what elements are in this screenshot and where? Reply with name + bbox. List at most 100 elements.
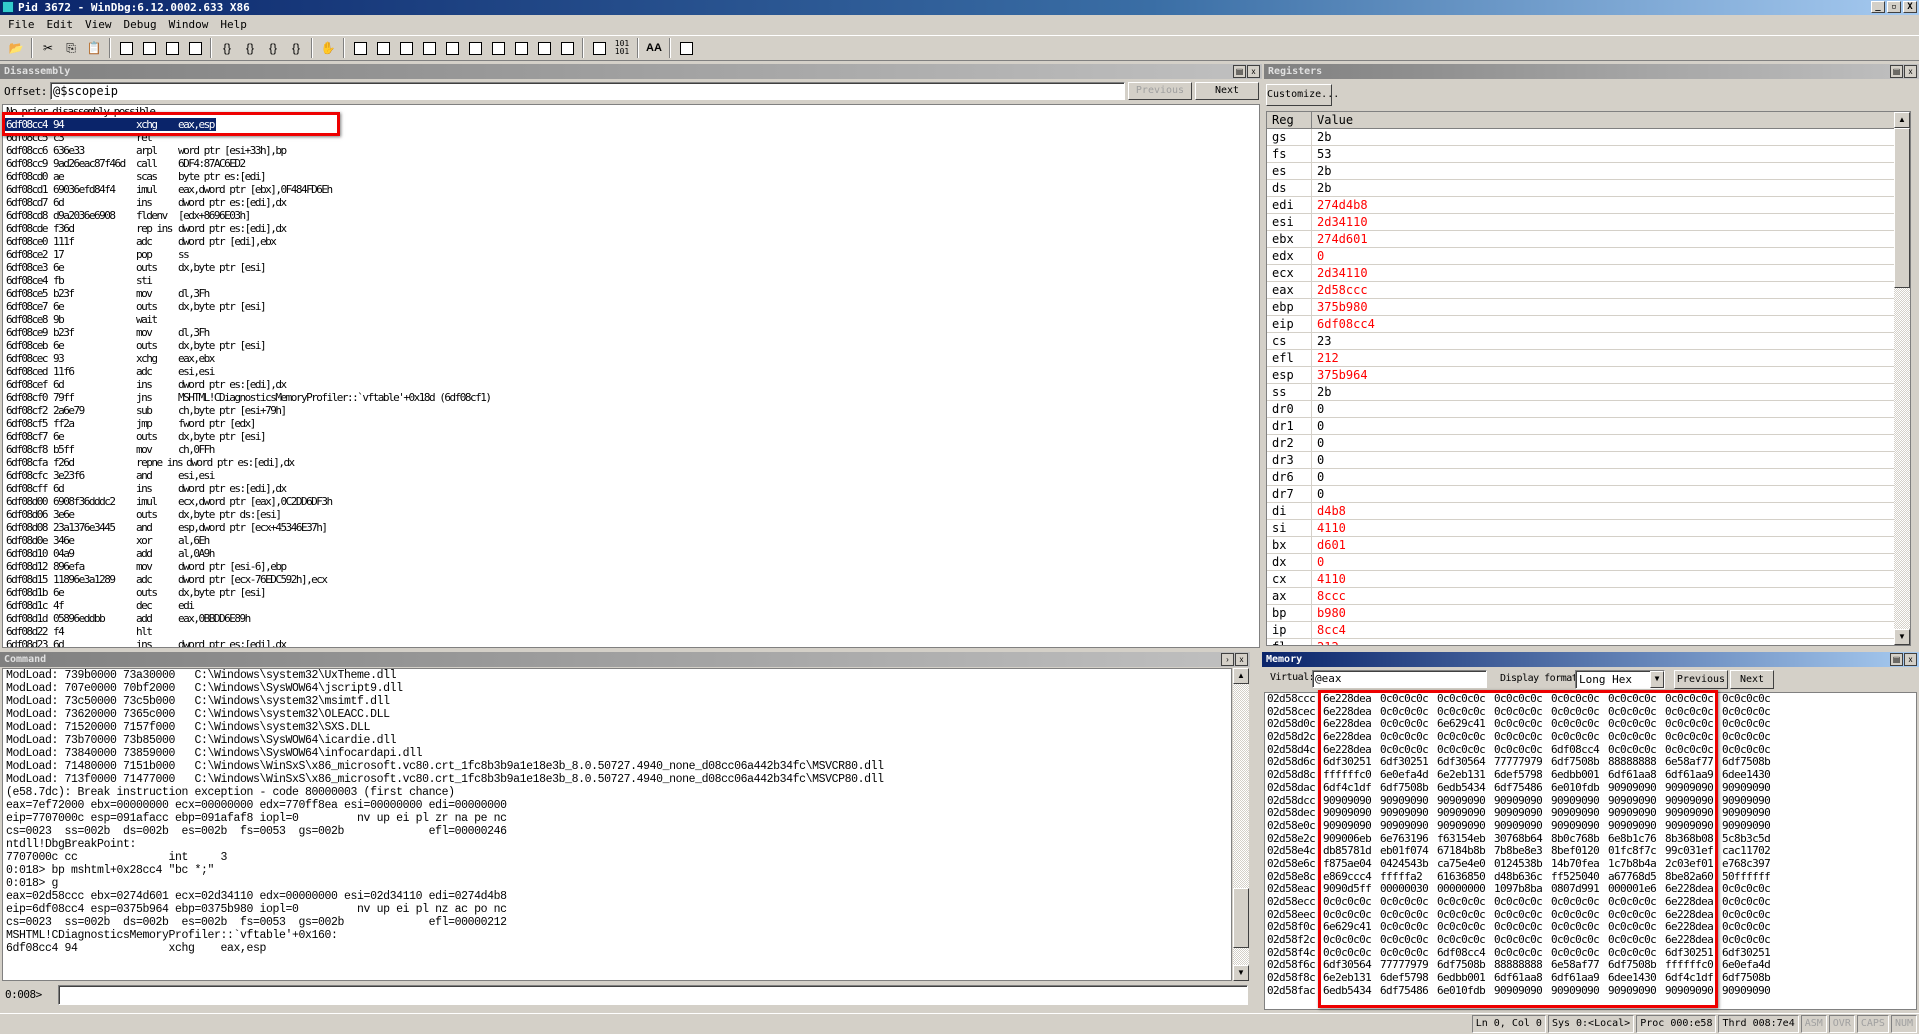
- register-value[interactable]: 2b: [1312, 180, 1331, 196]
- register-value[interactable]: 0: [1312, 469, 1324, 485]
- disassembly-row[interactable]: 6df08cf5 ff2a jmp fword ptr [edx]: [3, 417, 1259, 430]
- register-row[interactable]: dx 0: [1267, 554, 1910, 571]
- memory-value[interactable]: f875ae04: [1323, 857, 1380, 871]
- scroll-up-icon[interactable]: ▲: [1233, 668, 1249, 684]
- memory-value[interactable]: 6e010fdb: [1551, 781, 1608, 795]
- customize-button[interactable]: Customize...: [1266, 84, 1339, 106]
- register-row[interactable]: cs 23: [1267, 333, 1910, 350]
- memory-value[interactable]: 6df4c1df: [1323, 781, 1380, 795]
- processes-threads-icon[interactable]: [534, 38, 554, 58]
- registers-window-icon[interactable]: [419, 38, 439, 58]
- register-row[interactable]: ds 2b: [1267, 180, 1910, 197]
- register-row[interactable]: efl 212: [1267, 350, 1910, 367]
- register-value[interactable]: 0: [1312, 435, 1324, 451]
- register-value[interactable]: 0: [1312, 452, 1324, 468]
- register-row[interactable]: ss 2b: [1267, 384, 1910, 401]
- memory-value[interactable]: 0c0c0c0c: [1608, 933, 1665, 947]
- memory-address[interactable]: 02d58dac: [1265, 781, 1323, 795]
- next-button[interactable]: Next: [1730, 670, 1774, 689]
- memory-value[interactable]: 90909090: [1665, 806, 1722, 820]
- register-row[interactable]: esp 375b964: [1267, 367, 1910, 384]
- memory-value[interactable]: 90909090: [1722, 806, 1779, 820]
- memory-value[interactable]: 0c0c0c0c: [1722, 730, 1779, 744]
- memory-value[interactable]: 6df7508b: [1722, 971, 1779, 985]
- memory-value[interactable]: 90909090: [1722, 984, 1779, 998]
- copy-icon[interactable]: ⎘: [61, 38, 81, 58]
- command-output[interactable]: ModLoad: 739b0000 73a30000 C:\Windows\sy…: [2, 668, 1232, 981]
- register-value[interactable]: 212: [1312, 639, 1339, 645]
- disassembly-row[interactable]: 6df08ce8 9b wait: [3, 313, 1259, 326]
- registers-scrollbar[interactable]: ▲ ▼: [1894, 112, 1910, 645]
- register-value[interactable]: 2d58ccc: [1312, 282, 1368, 298]
- memory-value[interactable]: 0c0c0c0c: [1380, 730, 1437, 744]
- memory-value[interactable]: 90909090: [1380, 819, 1437, 833]
- memory-value[interactable]: 14b70fea: [1551, 857, 1608, 871]
- options-icon[interactable]: [676, 38, 696, 58]
- offset-input[interactable]: @$scopeip: [50, 82, 1125, 100]
- open-icon[interactable]: 📂: [6, 38, 26, 58]
- memory-value[interactable]: 90909090: [1551, 984, 1608, 998]
- step-out-icon[interactable]: {}: [263, 38, 283, 58]
- register-row[interactable]: ip 8cc4: [1267, 622, 1910, 639]
- disassembly-row[interactable]: 6df08d00 6908f36dddc2 imul ecx,dword ptr [e…: [3, 495, 1259, 508]
- menu-edit[interactable]: Edit: [43, 16, 78, 34]
- disassembly-row[interactable]: 6df08cef 6d ins dword ptr es:[edi],dx: [3, 378, 1259, 391]
- disassembly-row[interactable]: 6df08ce0 111f adc dword ptr [edi],ebx: [3, 235, 1259, 248]
- menu-view[interactable]: View: [81, 16, 116, 34]
- step-into-icon[interactable]: {}: [217, 38, 237, 58]
- register-value[interactable]: 212: [1312, 350, 1339, 366]
- register-value[interactable]: 375b980: [1312, 299, 1368, 315]
- run-to-cursor-icon[interactable]: {}: [286, 38, 306, 58]
- disassembly-row[interactable]: 6df08cf8 b5ff mov ch,0FFh: [3, 443, 1259, 456]
- disassembly-row[interactable]: 6df08d1b 6e outs dx,byte ptr [esi]: [3, 586, 1259, 599]
- memory-value[interactable]: 6dee1430: [1722, 768, 1779, 782]
- disassembly-row[interactable]: 6df08cf0 79ff jns MSHTML!CDiagnosticsMemory…: [3, 391, 1259, 404]
- memory-value[interactable]: 0c0c0c0c: [1437, 693, 1494, 706]
- disassembly-row[interactable]: 6df08cf7 6e outs dx,byte ptr [esi]: [3, 430, 1259, 443]
- disassembly-row[interactable]: 6df08d06 3e6e outs dx,byte ptr ds:[esi]: [3, 508, 1259, 521]
- previous-button[interactable]: Previous: [1674, 670, 1728, 689]
- menu-help[interactable]: Help: [216, 16, 251, 34]
- register-value[interactable]: 2b: [1312, 163, 1331, 179]
- step-over-icon[interactable]: {}: [240, 38, 260, 58]
- register-row[interactable]: eax 2d58ccc: [1267, 282, 1910, 299]
- memory-value[interactable]: 90909090: [1494, 806, 1551, 820]
- display-format-select[interactable]: Long Hex ▼: [1575, 670, 1665, 689]
- disassembly-row[interactable]: 6df08cff 6d ins dword ptr es:[edi],dx: [3, 482, 1259, 495]
- register-row[interactable]: di d4b8: [1267, 503, 1910, 520]
- memory-value[interactable]: 6edbb001: [1437, 971, 1494, 985]
- memory-value[interactable]: 0c0c0c0c: [1608, 693, 1665, 706]
- register-value[interactable]: 8cc4: [1312, 622, 1346, 638]
- memory-value[interactable]: 0c0c0c0c: [1437, 730, 1494, 744]
- scroll-thumb[interactable]: [1894, 128, 1910, 288]
- disassembly-row[interactable]: 6df08cf2 2a6e79 sub ch,byte ptr [esi+79h]: [3, 404, 1259, 417]
- memory-value[interactable]: 6edb5434: [1323, 984, 1380, 998]
- register-row[interactable]: cx 4110: [1267, 571, 1910, 588]
- memory-value[interactable]: 0c0c0c0c: [1380, 693, 1437, 706]
- memory-value[interactable]: 0c0c0c0c: [1665, 693, 1722, 706]
- disassembly-row[interactable]: 6df08cd7 6d ins dword ptr es:[edi],dx: [3, 196, 1259, 209]
- disassembly-row[interactable]: 6df08ce2 17 pop ss: [3, 248, 1259, 261]
- register-row[interactable]: dr3 0: [1267, 452, 1910, 469]
- memory-value[interactable]: 6e0efa4d: [1380, 768, 1437, 782]
- register-value[interactable]: 0: [1312, 401, 1324, 417]
- memory-value[interactable]: 0c0c0c0c: [1494, 730, 1551, 744]
- memory-value[interactable]: 90909090: [1722, 819, 1779, 833]
- disassembly-row[interactable]: 6df08cde f36d rep ins dword ptr es:[edi],dx: [3, 222, 1259, 235]
- disassembly-row[interactable]: 6df08ceb 6e outs dx,byte ptr [esi]: [3, 339, 1259, 352]
- memory-value[interactable]: 0c0c0c0c: [1494, 693, 1551, 706]
- register-value[interactable]: 23: [1312, 333, 1331, 349]
- scroll-up-icon[interactable]: ▲: [1894, 112, 1910, 128]
- register-row[interactable]: dr2 0: [1267, 435, 1910, 452]
- disassembly-row[interactable]: 6df08ce9 b23f mov dl,3Fh: [3, 326, 1259, 339]
- memory-value[interactable]: 6def5798: [1380, 971, 1437, 985]
- memory-value[interactable]: 0c0c0c0c: [1380, 895, 1437, 909]
- memory-value[interactable]: 0c0c0c0c: [1323, 933, 1380, 947]
- close-button[interactable]: X: [1903, 1, 1917, 13]
- scroll-thumb[interactable]: [1233, 888, 1249, 948]
- memory-value[interactable]: 6e2eb131: [1323, 971, 1380, 985]
- register-value[interactable]: d4b8: [1312, 503, 1346, 519]
- col-value[interactable]: Value: [1312, 112, 1353, 128]
- memory-value[interactable]: 0c0c0c0c: [1608, 730, 1665, 744]
- dock-icon[interactable]: ▤: [1233, 65, 1246, 78]
